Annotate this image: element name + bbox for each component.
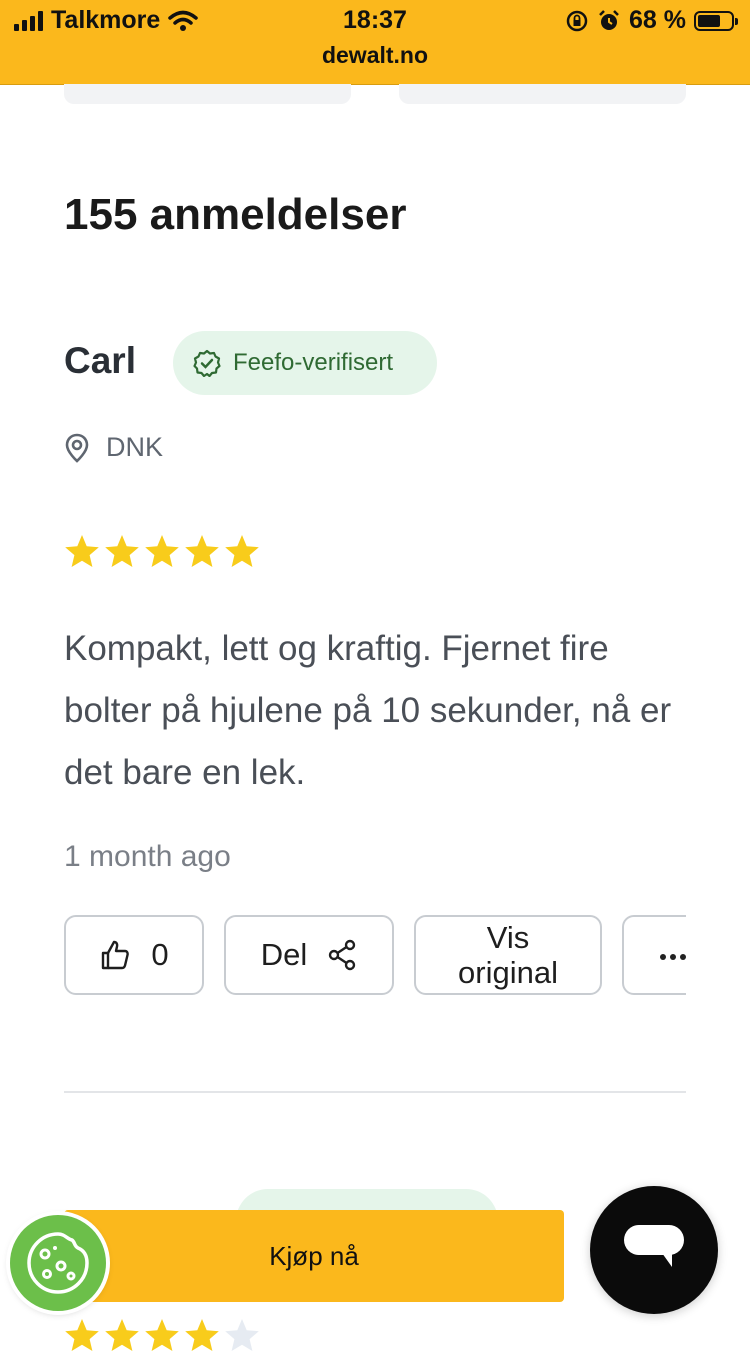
alarm-icon bbox=[599, 9, 619, 30]
verified-badge: Feefo-verifisert bbox=[173, 331, 437, 395]
show-original-line1: Vis bbox=[486, 920, 530, 955]
star-icon bbox=[225, 535, 259, 567]
verified-check-icon bbox=[193, 349, 221, 377]
thumbs-up-icon bbox=[102, 940, 130, 970]
tab-remnant-right bbox=[399, 84, 686, 104]
reviewer-name: Carl bbox=[64, 340, 136, 381]
review-divider bbox=[64, 1091, 686, 1093]
status-bar: Talkmore 18:37 dewalt.no 68 % bbox=[0, 0, 750, 85]
battery-percent: 68 % bbox=[629, 6, 686, 34]
chat-icon bbox=[624, 1225, 684, 1267]
like-button[interactable]: 0 bbox=[64, 915, 204, 995]
star-icon bbox=[105, 1319, 139, 1351]
location-label: DNK bbox=[106, 432, 164, 462]
show-original-button[interactable]: Vis original bbox=[414, 915, 602, 995]
star-icon bbox=[65, 535, 99, 567]
orientation-lock-icon bbox=[566, 10, 588, 31]
like-count: 0 bbox=[151, 937, 169, 972]
show-original-line2: original bbox=[458, 955, 558, 990]
battery-icon bbox=[694, 10, 738, 31]
reviews-count-heading: 155 anmeldelser bbox=[64, 190, 407, 239]
share-button[interactable]: Del bbox=[224, 915, 394, 995]
star-icon bbox=[225, 1319, 259, 1351]
cookie-settings-button[interactable] bbox=[10, 1215, 106, 1311]
star-icon bbox=[185, 535, 219, 567]
star-icon bbox=[105, 535, 139, 567]
star-icon bbox=[145, 535, 179, 567]
next-rating-stars bbox=[62, 1316, 262, 1356]
more-options-frame bbox=[622, 915, 686, 995]
status-right: 68 % bbox=[565, 6, 738, 35]
cookie-icon bbox=[27, 1232, 89, 1294]
rating-stars bbox=[62, 532, 262, 572]
share-icon bbox=[329, 939, 356, 971]
page-url[interactable]: dewalt.no bbox=[0, 42, 750, 69]
more-options-button[interactable] bbox=[622, 915, 686, 995]
star-icon bbox=[145, 1319, 179, 1351]
star-icon bbox=[185, 1319, 219, 1351]
location-pin-icon bbox=[65, 433, 89, 463]
buy-now-button[interactable]: Kjøp nå bbox=[64, 1210, 564, 1302]
verified-label: Feefo-verifisert bbox=[233, 349, 394, 376]
review-time: 1 month ago bbox=[64, 840, 231, 873]
review-text: Kompakt, lett og kraftig. Fjernet fire b… bbox=[64, 629, 672, 792]
reviewer-location: DNK bbox=[64, 432, 163, 463]
more-icon bbox=[660, 954, 686, 960]
share-label: Del bbox=[260, 937, 308, 972]
chat-button[interactable] bbox=[590, 1186, 718, 1314]
tab-remnant-left bbox=[64, 84, 351, 104]
star-icon bbox=[65, 1319, 99, 1351]
